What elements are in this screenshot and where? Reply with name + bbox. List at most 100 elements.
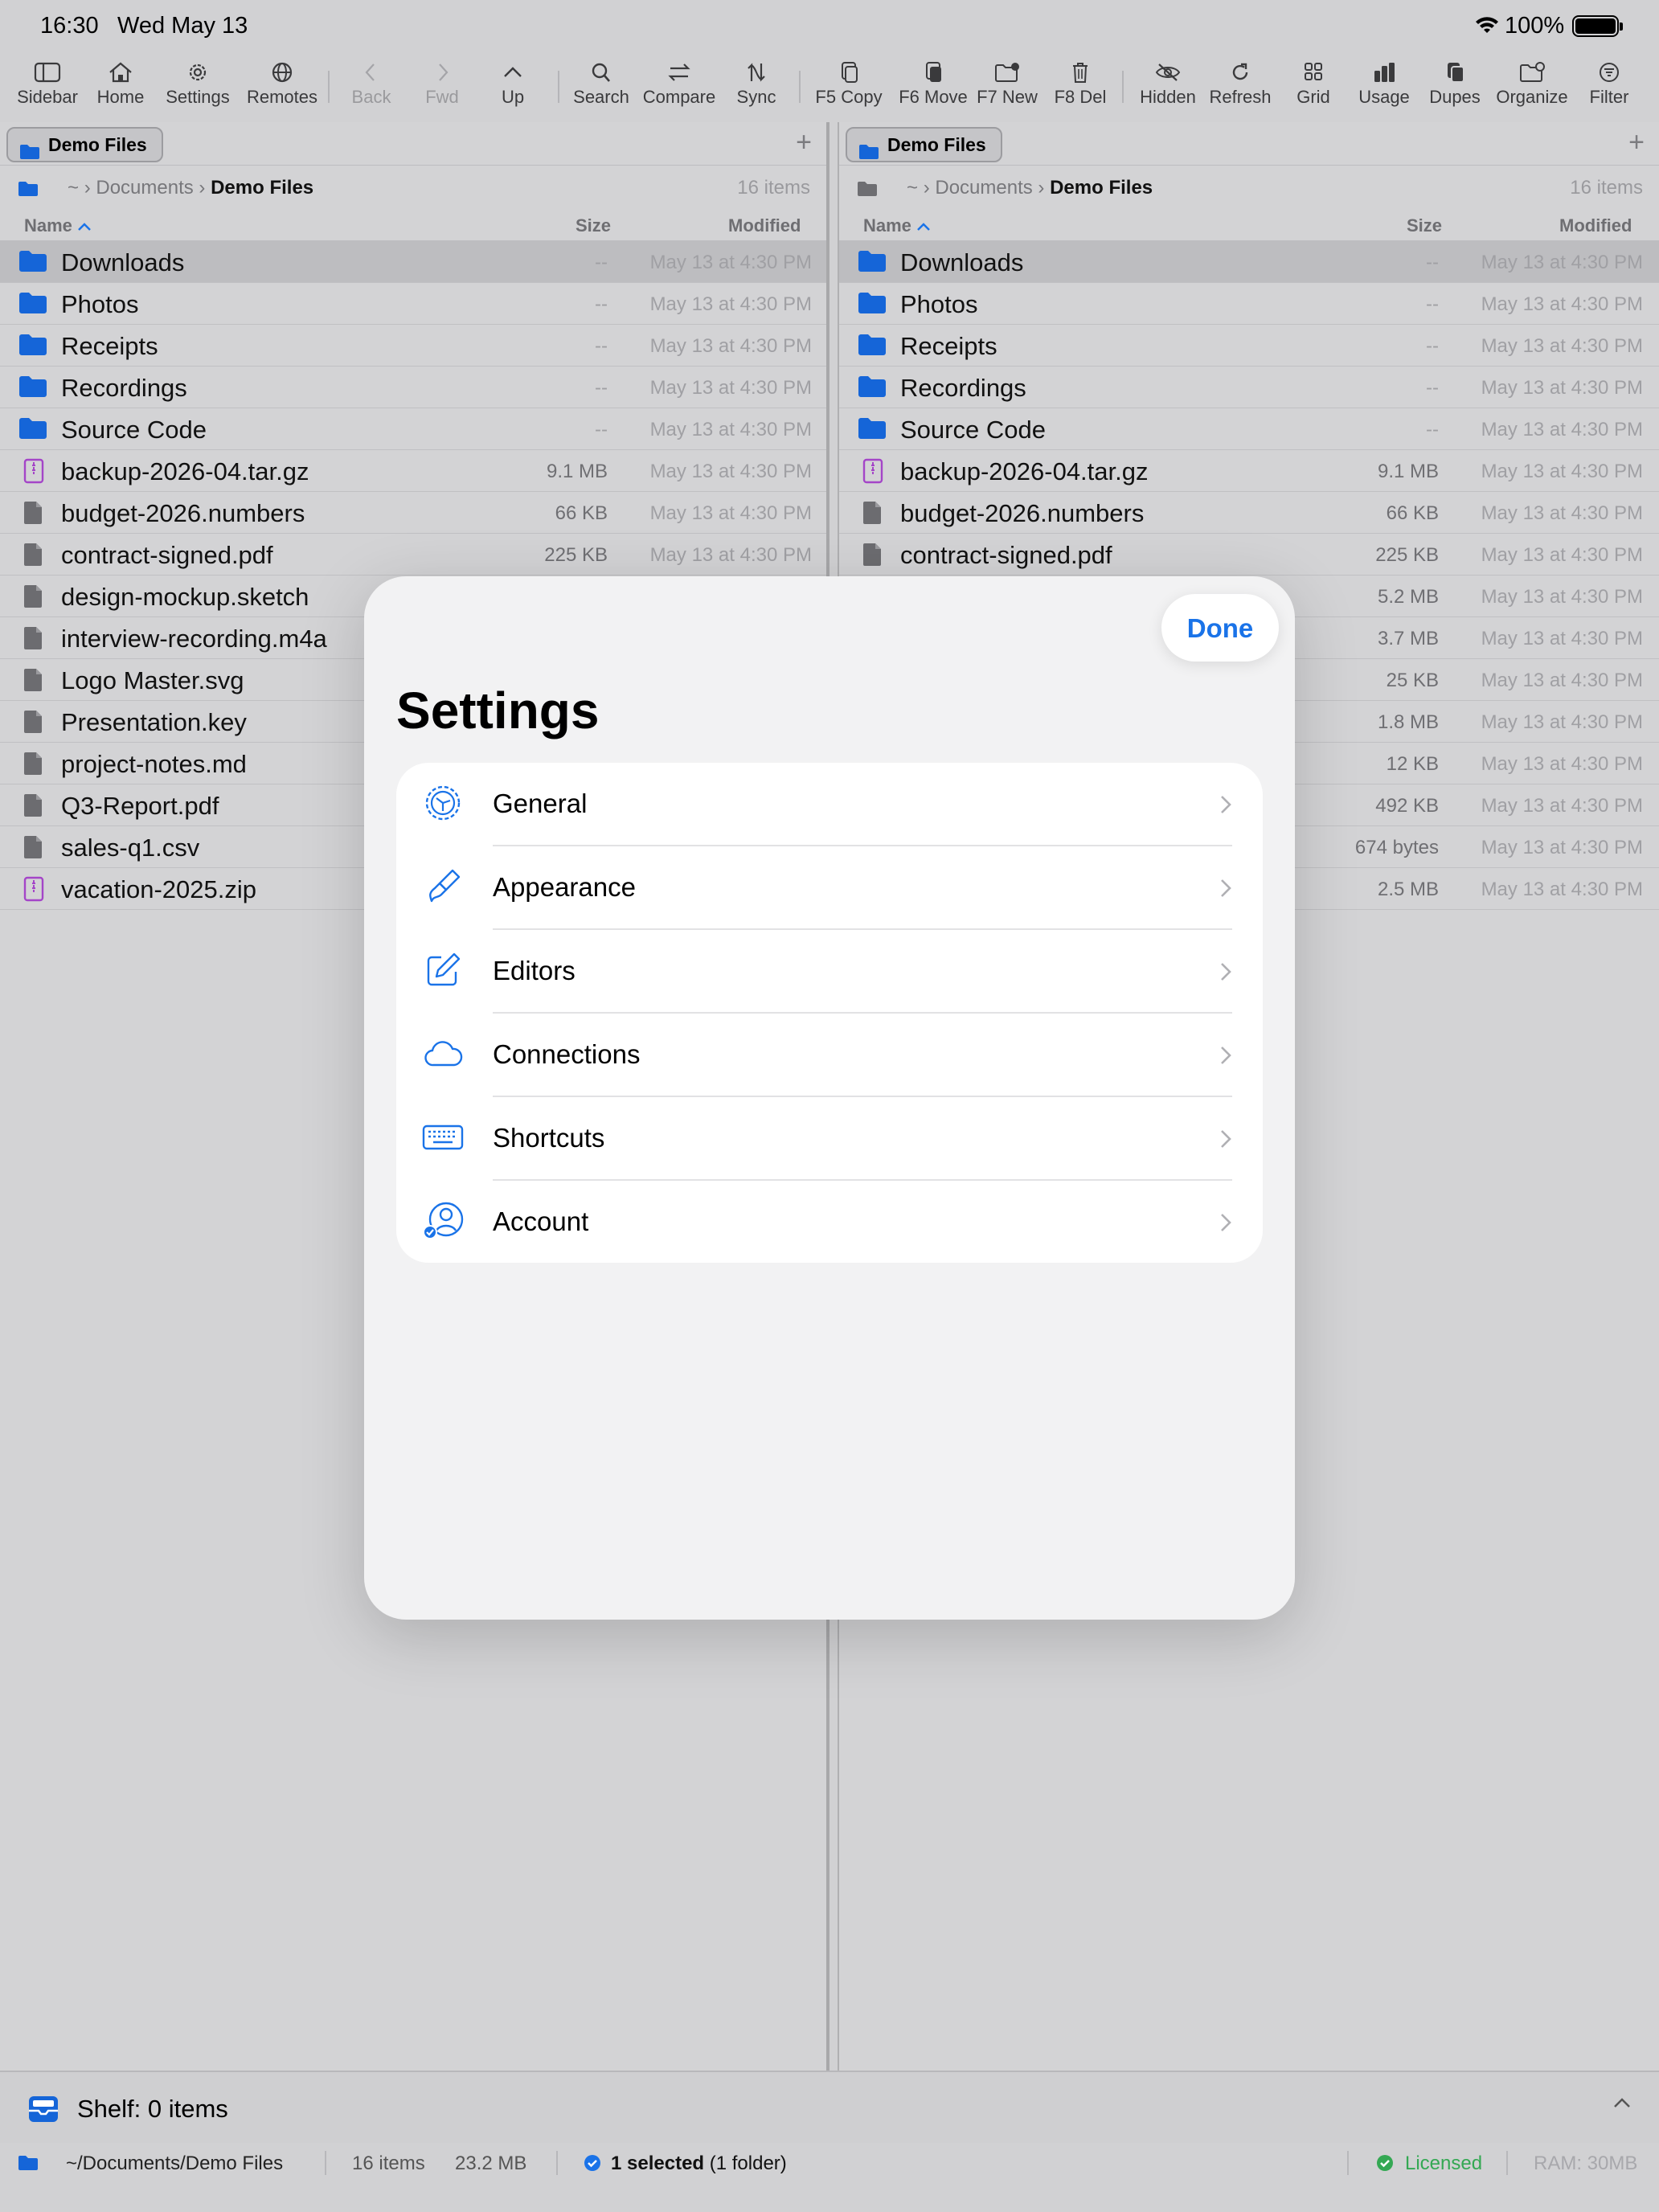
settings-list: General Appearance Editors Connections Short… [396, 763, 1263, 1263]
chevron-right-icon [1219, 1128, 1232, 1154]
toolbar-label: Home [96, 87, 145, 107]
settings-item-shortcuts[interactable]: Shortcuts [396, 1097, 1263, 1181]
file-modified: May 13 at 4:30 PM [649, 419, 812, 440]
file-row[interactable]: Receipts -- May 13 at 4:30 PM [0, 325, 826, 367]
breadcrumb-home[interactable]: ~ [68, 177, 79, 199]
cloud-icon [422, 1033, 464, 1079]
toolbar-compare-button[interactable]: Compare [637, 56, 722, 122]
column-name[interactable]: Name [863, 215, 931, 236]
done-button[interactable]: Done [1161, 594, 1279, 662]
toolbar-refresh-button[interactable]: Refresh [1206, 56, 1275, 122]
toolbar-fwd-button[interactable]: Fwd [416, 56, 468, 122]
toolbar-f8-del-button[interactable]: F8 Del [1050, 56, 1111, 122]
toolbar-home-button[interactable]: Home [85, 56, 156, 122]
toolbar-label: F8 Del [1054, 87, 1107, 107]
column-name[interactable]: Name [24, 215, 92, 236]
add-tab-button[interactable]: + [796, 127, 812, 158]
file-size: 225 KB [1375, 544, 1439, 566]
add-tab-button[interactable]: + [1628, 127, 1645, 158]
eye-slash-icon [1135, 61, 1201, 84]
column-modified[interactable]: Modified [728, 215, 801, 236]
toolbar-sidebar-button[interactable]: Sidebar [10, 56, 85, 122]
file-row[interactable]: Source Code -- May 13 at 4:30 PM [839, 408, 1659, 450]
toolbar-up-button[interactable]: Up [489, 56, 537, 122]
file-size: 225 KB [544, 544, 608, 566]
file-size: 66 KB [555, 502, 608, 524]
file-row[interactable]: Source Code -- May 13 at 4:30 PM [0, 408, 826, 450]
breadcrumb-documents[interactable]: Documents [96, 177, 193, 199]
file-row[interactable]: Photos -- May 13 at 4:30 PM [0, 283, 826, 325]
document-icon [18, 793, 48, 825]
file-size: 9.1 MB [546, 461, 608, 482]
toolbar-f5-copy-button[interactable]: F5 Copy [812, 56, 886, 122]
separator [556, 2151, 558, 2175]
file-name: contract-signed.pdf [61, 541, 273, 569]
battery-percent: 100% [1505, 13, 1565, 39]
toolbar-f7-new-button[interactable]: F7 New [974, 56, 1040, 122]
toolbar-f6-move-button[interactable]: F6 Move [892, 56, 974, 122]
file-modified: May 13 at 4:30 PM [1481, 502, 1643, 524]
tab-demo-files[interactable]: Demo Files [6, 127, 163, 162]
file-size: 25 KB [1386, 670, 1439, 691]
toolbar-sync-button[interactable]: Sync [728, 56, 784, 122]
file-row[interactable]: Downloads -- May 13 at 4:30 PM [0, 241, 826, 283]
toolbar-filter-button[interactable]: Filter [1580, 56, 1638, 122]
filter-icon [1580, 61, 1638, 84]
file-row[interactable]: Downloads -- May 13 at 4:30 PM [839, 241, 1659, 283]
settings-item-general[interactable]: General [396, 763, 1263, 846]
document-icon [18, 625, 48, 657]
breadcrumb-current[interactable]: Demo Files [1050, 177, 1153, 199]
tab-demo-files[interactable]: Demo Files [846, 127, 1002, 162]
toolbar-remotes-button[interactable]: Remotes [238, 56, 326, 122]
tab-bar: Demo Files + [839, 122, 1659, 166]
file-modified: May 13 at 4:30 PM [649, 293, 812, 315]
toolbar-grid-button[interactable]: Grid [1289, 56, 1337, 122]
file-row[interactable]: contract-signed.pdf 225 KB May 13 at 4:30 … [839, 534, 1659, 576]
toolbar-dupes-button[interactable]: Dupes [1426, 56, 1484, 122]
file-row[interactable]: backup-2026-04.tar.gz 9.1 MB May 13 at 4:3… [0, 450, 826, 492]
settings-item-appearance[interactable]: Appearance [396, 846, 1263, 930]
file-row[interactable]: budget-2026.numbers 66 KB May 13 at 4:30 P… [839, 492, 1659, 534]
file-row[interactable]: Recordings -- May 13 at 4:30 PM [0, 367, 826, 408]
file-row[interactable]: contract-signed.pdf 225 KB May 13 at 4:30 … [0, 534, 826, 576]
file-row[interactable]: Receipts -- May 13 at 4:30 PM [839, 325, 1659, 367]
settings-item-connections[interactable]: Connections [396, 1014, 1263, 1097]
column-header: Name Size Modified [0, 211, 826, 241]
file-size: 492 KB [1375, 795, 1439, 817]
column-size[interactable]: Size [1407, 215, 1442, 236]
check-circle-icon [584, 2154, 601, 2177]
file-row[interactable]: Photos -- May 13 at 4:30 PM [839, 283, 1659, 325]
column-modified[interactable]: Modified [1559, 215, 1632, 236]
toolbar-usage-button[interactable]: Usage [1354, 56, 1415, 122]
file-name: interview-recording.m4a [61, 625, 327, 653]
shelf[interactable]: Shelf: 0 items [0, 2071, 1659, 2143]
file-name: Photos [900, 290, 978, 318]
chevron-up-icon[interactable] [1612, 2096, 1632, 2113]
file-row[interactable]: Recordings -- May 13 at 4:30 PM [839, 367, 1659, 408]
file-modified: May 13 at 4:30 PM [1481, 293, 1643, 315]
column-size[interactable]: Size [576, 215, 611, 236]
file-row[interactable]: backup-2026-04.tar.gz 9.1 MB May 13 at 4:3… [839, 450, 1659, 492]
chevron-left-icon [344, 61, 399, 84]
toolbar-hidden-button[interactable]: Hidden [1135, 56, 1201, 122]
breadcrumb-current[interactable]: Demo Files [211, 177, 313, 199]
settings-item-editors[interactable]: Editors [396, 930, 1263, 1014]
sync-icon [728, 61, 784, 84]
file-name: project-notes.md [61, 750, 247, 778]
breadcrumb: ~ › Documents › Demo Files [68, 177, 314, 199]
settings-item-label: Account [493, 1206, 589, 1236]
folder-icon [18, 2154, 39, 2177]
toolbar-organize-button[interactable]: Organize [1492, 56, 1572, 122]
file-name: Downloads [61, 248, 185, 276]
breadcrumb-documents[interactable]: Documents [935, 177, 1032, 199]
settings-item-account[interactable]: Account [396, 1181, 1263, 1263]
toolbar-settings-button[interactable]: Settings [156, 56, 240, 122]
toolbar-back-button[interactable]: Back [344, 56, 399, 122]
file-name: backup-2026-04.tar.gz [61, 457, 309, 485]
file-row[interactable]: budget-2026.numbers 66 KB May 13 at 4:30 P… [0, 492, 826, 534]
home-icon [85, 61, 156, 84]
toolbar-search-button[interactable]: Search [567, 56, 635, 122]
settings-item-label: Editors [493, 956, 576, 985]
breadcrumb-home[interactable]: ~ [907, 177, 918, 199]
toolbar-label: Fwd [425, 87, 459, 107]
